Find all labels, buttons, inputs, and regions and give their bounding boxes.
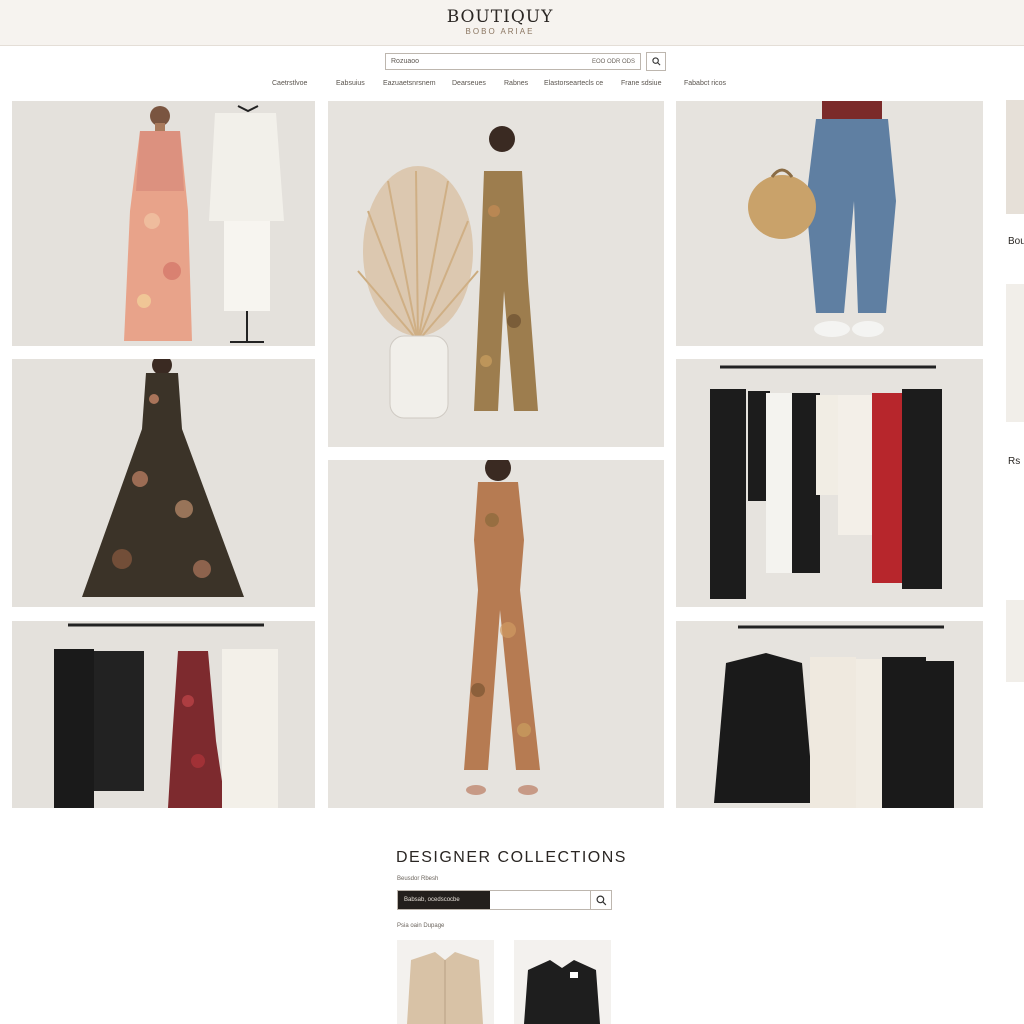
product-image xyxy=(676,359,983,607)
product-image xyxy=(12,101,315,346)
product-card-black-blazer-rack[interactable] xyxy=(676,621,983,808)
collection-search-button[interactable] xyxy=(590,890,612,910)
rail-label: Bou xyxy=(1008,236,1024,247)
search-placeholder: Rozuaoo xyxy=(391,58,420,65)
right-sidebar-partial: Bou Rs xyxy=(1004,100,1024,700)
product-card-denim-jeans[interactable] xyxy=(676,101,983,346)
search-icon xyxy=(651,57,660,66)
site-header: BOUTIQUY BOBO ARIAE xyxy=(0,0,1024,46)
product-image xyxy=(328,460,664,808)
nav-item[interactable]: Eazuaetsnrsnem xyxy=(383,80,436,87)
nav-item[interactable]: Elastorseartecls ce xyxy=(544,80,603,87)
product-image xyxy=(676,101,983,346)
product-card-floral-gown[interactable] xyxy=(12,359,315,607)
nav-item[interactable]: Caetrstlvoe xyxy=(272,80,307,87)
product-card-floral-maxi[interactable] xyxy=(12,101,315,346)
nav-item[interactable]: Fababct ricos xyxy=(684,80,726,87)
rail-thumbnail[interactable] xyxy=(1006,100,1024,214)
rail-label: Rs xyxy=(1008,456,1021,467)
nav-item[interactable]: Dearseues xyxy=(452,80,486,87)
section-subtitle: Beusdor Rbesh xyxy=(397,876,439,882)
rail-panel xyxy=(1006,284,1024,422)
category-nav: Caetrstlvoe Eabsuius Eazuaetsnrsnem Dear… xyxy=(0,80,1024,94)
collection-item-beige-blazer[interactable] xyxy=(397,940,494,1024)
product-card-printed-jumpsuit[interactable] xyxy=(328,101,664,447)
nav-item[interactable]: Rabnes xyxy=(504,80,528,87)
product-image xyxy=(397,940,494,1024)
product-image xyxy=(514,940,611,1024)
nav-item[interactable]: Eabsuius xyxy=(336,80,365,87)
collection-item-black-blazer[interactable] xyxy=(514,940,611,1024)
product-image xyxy=(328,101,664,447)
search-input[interactable]: Rozuaoo EOO ODR ODS xyxy=(385,53,641,70)
product-card-clothing-rack[interactable] xyxy=(676,359,983,607)
product-image xyxy=(12,621,315,808)
section-title: DESIGNER COLLECTIONS xyxy=(396,849,627,866)
collection-filter-chip[interactable]: Babsab, ocedscocbe xyxy=(398,891,490,909)
search-button[interactable] xyxy=(646,52,666,71)
brand-logo[interactable]: BOUTIQUY xyxy=(0,7,1000,27)
brand-tagline: BOBO ARIAE xyxy=(465,27,535,36)
product-card-rack-red-dress[interactable] xyxy=(12,621,315,808)
product-image xyxy=(12,359,315,607)
collection-search-input[interactable]: Babsab, ocedscocbe xyxy=(397,890,591,910)
product-image xyxy=(676,621,983,808)
search-hint: EOO ODR ODS xyxy=(591,58,635,65)
rail-panel xyxy=(1006,600,1024,682)
search-icon xyxy=(595,894,606,905)
nav-item[interactable]: Frane sdsiue xyxy=(621,80,661,87)
product-card-floral-wide-leg[interactable] xyxy=(328,460,664,808)
section-label: Psia oain Dupage xyxy=(397,923,445,929)
